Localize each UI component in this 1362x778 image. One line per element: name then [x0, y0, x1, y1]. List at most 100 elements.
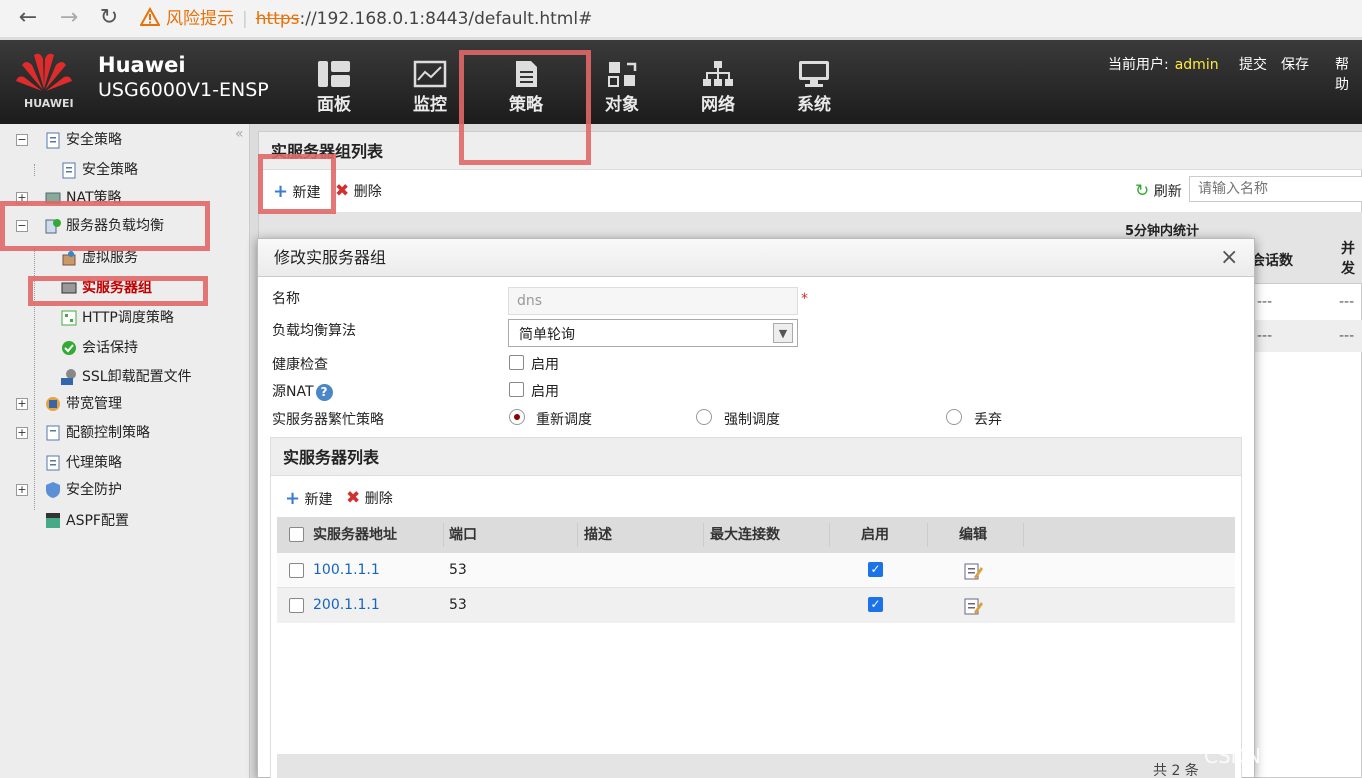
- radio-reschedule[interactable]: [509, 409, 525, 425]
- sidebar-item-security-policy-sub[interactable]: 安全策略: [60, 158, 138, 182]
- nav-object[interactable]: 对象: [582, 52, 662, 120]
- bandwidth-icon: [44, 395, 62, 413]
- forward-button[interactable]: →: [55, 5, 83, 33]
- table-row[interactable]: 200.1.1.1 53 ✓: [277, 588, 1235, 623]
- sidebar-item-security-defense[interactable]: + 安全防护: [16, 478, 122, 502]
- total-count: 共 2 条: [1153, 763, 1199, 778]
- nav-label: 面板: [317, 95, 351, 115]
- edit-server-group-dialog: 修改实服务器组 × 名称 * 负载均衡算法 简单轮询 ▼ 健康检查 启用 源NA…: [257, 238, 1255, 778]
- chevron-down-icon[interactable]: ▼: [773, 323, 793, 343]
- browser-toolbar: ← → ↻ 风险提示 | https://192.168.0.1:8443/defa…: [0, 0, 1362, 38]
- http-schedule-icon: [60, 309, 78, 327]
- nav-label: 系统: [797, 95, 831, 115]
- sidebar-item-aspf[interactable]: ASPF配置: [16, 509, 129, 533]
- delete-label: 删除: [353, 184, 382, 200]
- enabled-checkbox[interactable]: ✓: [868, 562, 883, 577]
- stats-header: 5分钟内统计: [1125, 224, 1200, 239]
- col-enabled: 启用: [861, 527, 889, 543]
- network-icon: [703, 61, 733, 86]
- col-description: 描述: [584, 527, 612, 543]
- back-button[interactable]: ←: [14, 5, 42, 33]
- delete-icon: ✖: [346, 488, 361, 508]
- sidebar-item-session-persistence[interactable]: 会话保持: [60, 336, 138, 360]
- security-warning-text[interactable]: 风险提示: [166, 9, 234, 29]
- sessions-value: ---: [1257, 328, 1273, 344]
- algorithm-value: 简单轮询: [519, 327, 575, 343]
- address-bar[interactable]: 风险提示 | https://192.168.0.1:8443/default.ht…: [139, 4, 1362, 34]
- dialog-title: 修改实服务器组: [258, 239, 1254, 277]
- search-input[interactable]: [1189, 176, 1362, 202]
- name-label: 名称: [272, 291, 300, 307]
- shield-icon: [44, 481, 62, 499]
- user-label: 当前用户:: [1108, 57, 1169, 73]
- delete-server-button[interactable]: ✖ 删除: [346, 488, 393, 508]
- radio-force-label: 强制调度: [724, 412, 780, 428]
- sidebar-item-label: SSL卸载配置文件: [82, 369, 192, 385]
- device-model: USG6000V1-ENSP: [98, 79, 269, 101]
- sidebar-item-proxy-policy[interactable]: 代理策略: [16, 451, 122, 475]
- health-check-checkbox[interactable]: [509, 355, 524, 370]
- required-mark: *: [801, 291, 808, 307]
- server-address-link[interactable]: 200.1.1.1: [313, 597, 380, 613]
- object-icon: [608, 62, 637, 87]
- help-link[interactable]: 帮助: [1335, 54, 1362, 94]
- algorithm-label: 负载均衡算法: [272, 323, 356, 339]
- row-checkbox[interactable]: [289, 598, 304, 613]
- sidebar-item-quota[interactable]: + 配额控制策略: [16, 421, 150, 445]
- radio-force[interactable]: [696, 409, 712, 425]
- collapse-sidebar-button[interactable]: «: [235, 126, 244, 142]
- plus-icon: +: [285, 488, 301, 509]
- expand-icon[interactable]: +: [16, 484, 28, 496]
- quota-icon: [44, 424, 62, 442]
- server-address-link[interactable]: 100.1.1.1: [313, 562, 380, 578]
- row-checkbox[interactable]: [289, 563, 304, 578]
- url-text: ://192.168.0.1:8443/default.html#: [299, 9, 593, 29]
- close-icon[interactable]: ×: [1220, 245, 1238, 270]
- source-nat-option: 启用: [531, 384, 559, 400]
- sidebar-item-http-schedule[interactable]: HTTP调度策略: [60, 306, 174, 330]
- server-port: 53: [449, 597, 467, 613]
- edit-icon[interactable]: [963, 561, 983, 585]
- select-all-checkbox[interactable]: [289, 527, 304, 542]
- submit-link[interactable]: 提交: [1239, 54, 1267, 74]
- server-port: 53: [449, 562, 467, 578]
- refresh-button[interactable]: ↻ 刷新: [1135, 181, 1182, 201]
- sidebar-item-label: 安全策略: [66, 132, 122, 148]
- source-nat-checkbox[interactable]: [509, 382, 524, 397]
- collapse-icon[interactable]: −: [16, 134, 28, 146]
- new-server-button[interactable]: + 新建: [285, 488, 333, 509]
- col-sessions: 会话数: [1251, 253, 1293, 269]
- nav-label: 监控: [413, 95, 447, 115]
- real-server-list-panel: 实服务器列表 + 新建 ✖ 删除 实服务器地址 端口 描述 最大连接数 启用 编…: [270, 437, 1242, 778]
- col-address: 实服务器地址: [313, 527, 397, 543]
- help-icon[interactable]: ?: [315, 384, 333, 401]
- sidebar-item-bandwidth[interactable]: + 带宽管理: [16, 392, 122, 416]
- nav-dashboard[interactable]: 面板: [294, 52, 374, 120]
- table-footer: 共 2 条: [277, 754, 1235, 778]
- health-check-option: 启用: [531, 357, 559, 373]
- enabled-checkbox[interactable]: ✓: [868, 597, 883, 612]
- nav-system[interactable]: 系统: [774, 52, 854, 120]
- proxy-icon: [44, 454, 62, 472]
- radio-drop[interactable]: [946, 409, 962, 425]
- edit-icon[interactable]: [963, 596, 983, 620]
- reload-button[interactable]: ↻: [95, 5, 123, 33]
- brand-name: Huawei: [98, 53, 186, 77]
- sidebar-item-label: 配额控制策略: [66, 425, 150, 441]
- expand-icon[interactable]: +: [16, 398, 28, 410]
- delete-button[interactable]: ✖ 删除: [335, 181, 382, 201]
- new-label: 新建: [304, 492, 333, 508]
- save-link[interactable]: 保存: [1281, 54, 1309, 74]
- table-row[interactable]: 100.1.1.1 53 ✓: [277, 553, 1235, 588]
- nav-monitor[interactable]: 监控: [390, 52, 470, 120]
- name-field[interactable]: [508, 287, 798, 315]
- sidebar-item-ssl-offload[interactable]: SSL卸载配置文件: [60, 365, 192, 389]
- sidebar-item-security-policy[interactable]: − 安全策略: [16, 128, 122, 152]
- highlight-box-server-lb: [0, 201, 210, 251]
- url-scheme: https: [255, 9, 300, 29]
- algorithm-select[interactable]: 简单轮询 ▼: [508, 319, 798, 347]
- warning-icon: [139, 6, 161, 27]
- ssl-icon: [60, 368, 78, 386]
- nav-network[interactable]: 网络: [678, 52, 758, 120]
- expand-icon[interactable]: +: [16, 427, 28, 439]
